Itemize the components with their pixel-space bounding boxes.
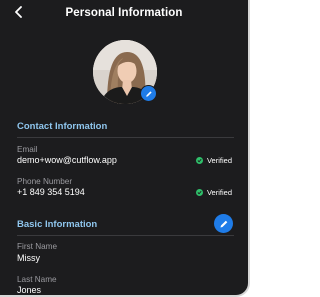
page-title: Personal Information [65, 7, 183, 19]
first-name-value[interactable]: Missy [17, 253, 40, 263]
pencil-icon [145, 90, 152, 97]
first-name-label: First Name [17, 242, 58, 251]
divider [17, 137, 234, 138]
email-label: Email [17, 145, 38, 154]
email-value[interactable]: demo+wow@cutflow.app [17, 155, 117, 165]
pencil-icon [220, 220, 227, 227]
edit-basic-info-button[interactable] [214, 214, 233, 233]
phone-label: Phone Number [17, 177, 73, 186]
screen: Personal Information Contact Information… [0, 0, 250, 297]
phone-value[interactable]: +1 849 354 5194 [17, 187, 85, 197]
edit-photo-button[interactable] [140, 85, 157, 102]
phone-verified-badge: Verified [195, 188, 232, 197]
last-name-label: Last Name [17, 275, 57, 284]
contact-section-heading: Contact Information [17, 121, 108, 132]
profile-photo[interactable] [93, 40, 157, 104]
basic-section-heading: Basic Information [17, 219, 98, 230]
email-verified-badge: Verified [195, 156, 232, 165]
header: Personal Information [0, 0, 248, 28]
phone-verified-text: Verified [206, 188, 232, 197]
check-circle-icon [195, 157, 203, 164]
check-circle-icon [195, 189, 203, 196]
divider [17, 235, 234, 236]
email-verified-text: Verified [206, 156, 232, 165]
last-name-value[interactable]: Jones [17, 285, 41, 295]
